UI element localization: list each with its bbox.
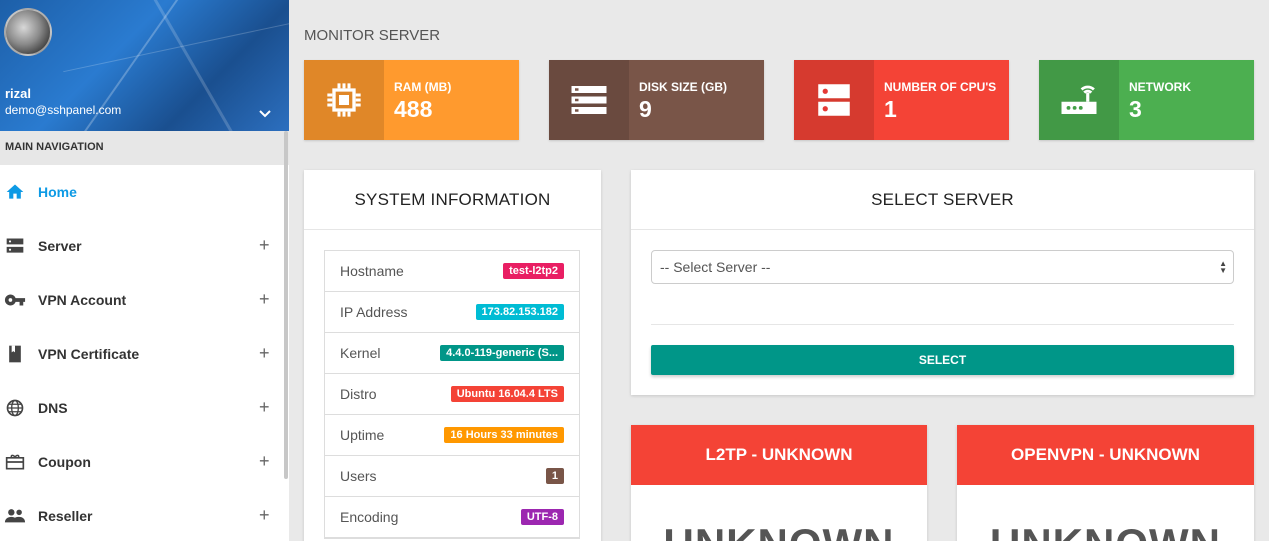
user-email: demo@sshpanel.com bbox=[5, 103, 122, 117]
chip-icon bbox=[304, 60, 384, 140]
info-key: Encoding bbox=[340, 509, 399, 525]
expand-icon[interactable]: + bbox=[259, 398, 270, 416]
stat-value: 488 bbox=[394, 96, 433, 122]
info-badge: test-l2tp2 bbox=[503, 263, 564, 279]
select-button[interactable]: SELECT bbox=[651, 345, 1234, 375]
info-key: Uptime bbox=[340, 427, 385, 443]
stat-value: 9 bbox=[639, 96, 652, 122]
sidebar-item-vpn-account[interactable]: VPN Account + bbox=[0, 273, 289, 327]
card-title: SELECT SERVER bbox=[631, 170, 1254, 230]
card-title: SYSTEM INFORMATION bbox=[304, 170, 601, 230]
list-item: Users 1 bbox=[325, 456, 579, 497]
info-key: IP Address bbox=[340, 304, 408, 320]
page-title: MONITOR SERVER bbox=[304, 27, 441, 44]
status-value: UNKNOWN bbox=[957, 520, 1254, 541]
info-badge: 173.82.153.182 bbox=[475, 304, 564, 320]
stat-cpu: NUMBER OF CPU'S 1 bbox=[794, 60, 1009, 140]
expand-icon[interactable]: + bbox=[259, 344, 270, 362]
coupon-icon bbox=[4, 451, 26, 473]
stat-label: NETWORK bbox=[1129, 80, 1191, 94]
user-panel: rizal demo@sshpanel.com bbox=[0, 0, 289, 131]
chevron-down-icon[interactable] bbox=[257, 106, 273, 122]
sidebar-item-vpn-certificate[interactable]: VPN Certificate + bbox=[0, 327, 289, 381]
list-item: IP Address 173.82.153.182 bbox=[325, 292, 579, 333]
info-badge: UTF-8 bbox=[520, 509, 564, 525]
sidebar-item-dns[interactable]: DNS + bbox=[0, 381, 289, 435]
expand-icon[interactable]: + bbox=[259, 452, 270, 470]
sidebar-item-label: Coupon bbox=[38, 454, 91, 470]
openvpn-status-card: OPENVPN - UNKNOWN UNKNOWN bbox=[957, 425, 1254, 541]
server-select-value: -- Select Server -- bbox=[660, 259, 771, 275]
stat-label: NUMBER OF CPU'S bbox=[884, 80, 997, 94]
storage-icon bbox=[549, 60, 629, 140]
sidebar-item-label: Home bbox=[38, 184, 77, 200]
list-item: Distro Ubuntu 16.04.4 LTS bbox=[325, 374, 579, 415]
sidebar-scrollbar[interactable] bbox=[284, 131, 288, 479]
router-icon bbox=[1039, 60, 1119, 140]
stat-value: 1 bbox=[884, 96, 897, 122]
list-item: Hostname test-l2tp2 bbox=[325, 251, 579, 292]
select-arrows-icon: ▲ ▼ bbox=[1219, 259, 1227, 275]
system-information-card: SYSTEM INFORMATION Hostname test-l2tp2 I… bbox=[304, 170, 601, 541]
expand-icon[interactable]: + bbox=[259, 236, 270, 254]
stat-disk: DISK SIZE (GB) 9 bbox=[549, 60, 764, 140]
info-key: Distro bbox=[340, 386, 377, 402]
list-item: Kernel 4.4.0-119-generic (S... bbox=[325, 333, 579, 374]
dns-icon bbox=[794, 60, 874, 140]
sidebar-item-reseller[interactable]: Reseller + bbox=[0, 489, 289, 541]
sidebar-item-label: Reseller bbox=[38, 508, 93, 524]
sidebar-item-home[interactable]: Home bbox=[0, 165, 289, 219]
people-icon bbox=[4, 505, 26, 527]
key-icon bbox=[4, 289, 26, 311]
sidebar-item-label: Server bbox=[38, 238, 82, 254]
system-info-list: Hostname test-l2tp2 IP Address 173.82.15… bbox=[324, 250, 580, 539]
info-key: Hostname bbox=[340, 263, 404, 279]
sidebar-item-label: VPN Account bbox=[38, 292, 127, 308]
status-card-title: L2TP - UNKNOWN bbox=[631, 425, 927, 485]
server-select[interactable]: -- Select Server -- ▲ ▼ bbox=[651, 250, 1234, 284]
info-badge: 4.4.0-119-generic (S... bbox=[440, 345, 564, 361]
stat-label: DISK SIZE (GB) bbox=[639, 80, 728, 94]
list-item: Uptime 16 Hours 33 minutes bbox=[325, 415, 579, 456]
sidebar-item-label: VPN Certificate bbox=[38, 346, 140, 362]
list-item: Encoding UTF-8 bbox=[325, 497, 579, 538]
sidebar-item-server[interactable]: Server + bbox=[0, 219, 289, 273]
divider bbox=[651, 324, 1234, 325]
stat-value: 3 bbox=[1129, 96, 1142, 122]
expand-icon[interactable]: + bbox=[259, 290, 270, 308]
info-badge: 1 bbox=[545, 468, 564, 484]
nav-header: MAIN NAVIGATION bbox=[0, 131, 289, 165]
stat-network: NETWORK 3 bbox=[1039, 60, 1254, 140]
stat-ram: RAM (MB) 488 bbox=[304, 60, 519, 140]
sidebar-item-label: DNS bbox=[38, 400, 68, 416]
select-server-card: SELECT SERVER -- Select Server -- ▲ ▼ SEL… bbox=[631, 170, 1254, 395]
user-name: rizal bbox=[5, 86, 32, 101]
certificate-icon bbox=[4, 343, 26, 365]
stat-label: RAM (MB) bbox=[394, 80, 452, 94]
home-icon bbox=[4, 181, 26, 203]
info-key: Kernel bbox=[340, 345, 381, 361]
sidebar: rizal demo@sshpanel.com MAIN NAVIGATION … bbox=[0, 0, 289, 541]
info-badge: 16 Hours 33 minutes bbox=[444, 427, 564, 443]
globe-icon bbox=[4, 397, 26, 419]
sidebar-item-coupon[interactable]: Coupon + bbox=[0, 435, 289, 489]
expand-icon[interactable]: + bbox=[259, 506, 270, 524]
info-badge: Ubuntu 16.04.4 LTS bbox=[450, 386, 564, 402]
avatar[interactable] bbox=[4, 8, 52, 56]
status-value: UNKNOWN bbox=[631, 520, 927, 541]
server-icon bbox=[4, 235, 26, 257]
l2tp-status-card: L2TP - UNKNOWN UNKNOWN bbox=[631, 425, 927, 541]
status-card-title: OPENVPN - UNKNOWN bbox=[957, 425, 1254, 485]
info-key: Users bbox=[340, 468, 377, 484]
